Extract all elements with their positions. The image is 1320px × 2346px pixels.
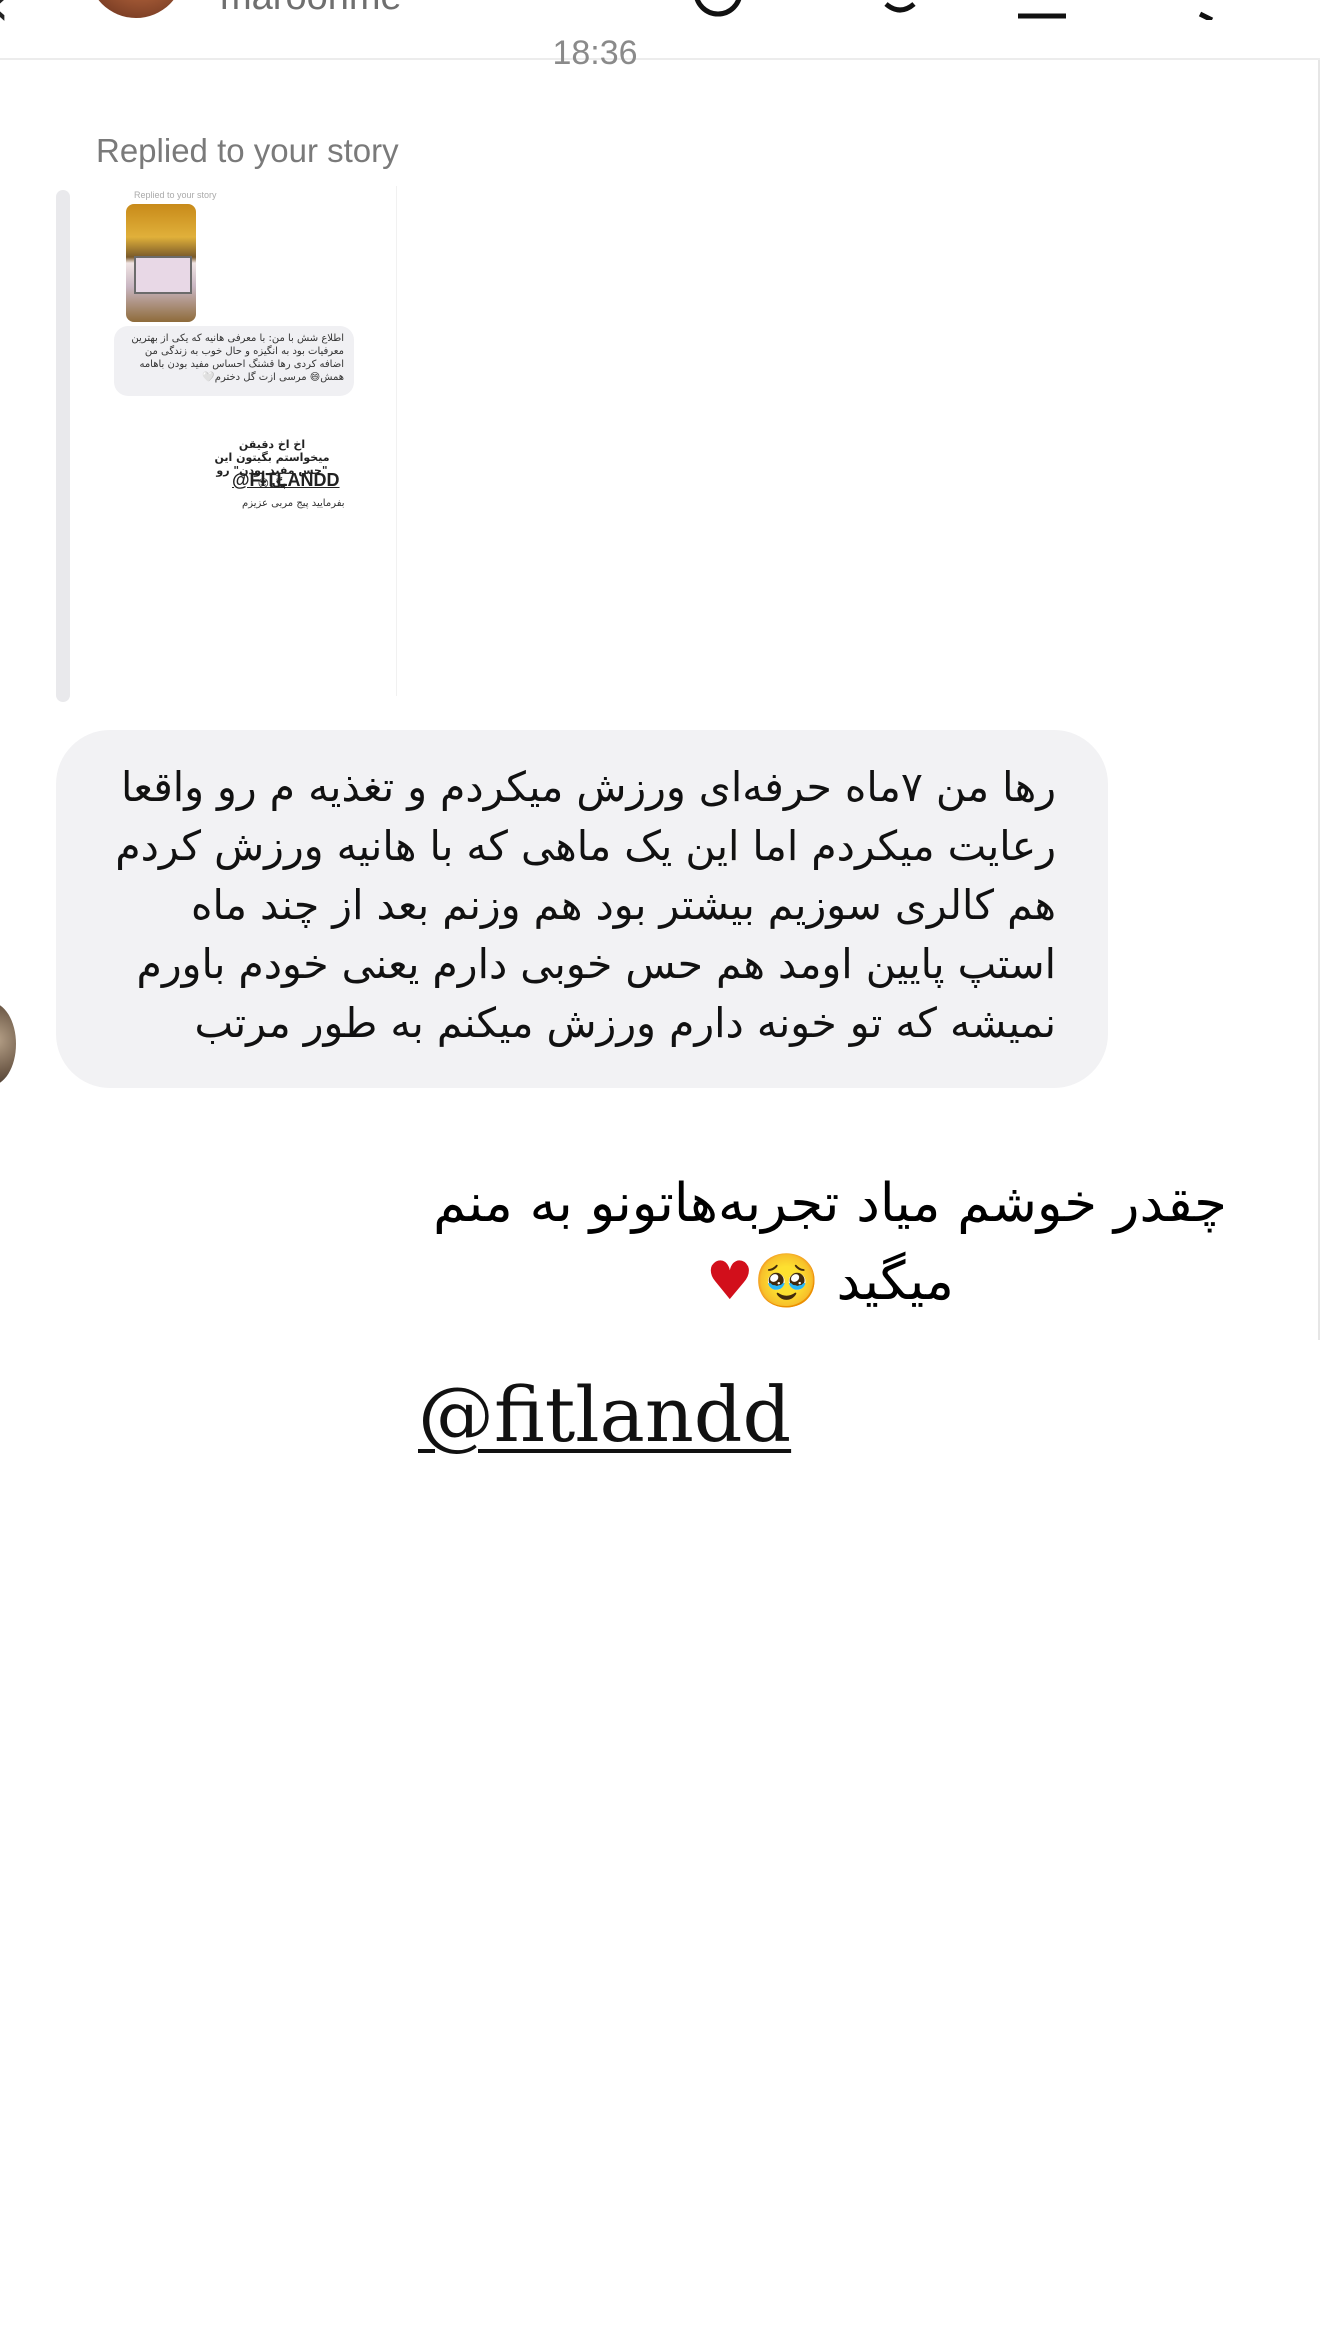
- story-handle: @FITLANDD: [232, 470, 340, 490]
- story-preview[interactable]: Replied to your story اطلاع شش با من: با…: [106, 186, 397, 696]
- reply-indicator-bar: [56, 190, 70, 702]
- more-icon[interactable]: [1190, 0, 1246, 20]
- info-icon[interactable]: [1014, 0, 1070, 20]
- heart-icon: ♥: [706, 1251, 754, 1312]
- story-photo: [126, 204, 196, 322]
- replied-to-story-label: Replied to your story: [96, 132, 399, 169]
- story-subtext: بفرمایید پیج مربی عزیزم: [242, 498, 345, 509]
- pleading-face-emoji: 🥹: [753, 1251, 820, 1312]
- sender-avatar[interactable]: [0, 1002, 16, 1086]
- message-timestamp: 18:36: [552, 34, 638, 72]
- caption-line-2: میگید 🥹♥: [400, 1243, 1260, 1321]
- contact-avatar[interactable]: [88, 0, 184, 18]
- caption-line-1: چقدر خوشم میاد تجربه‌هاتونو به منم: [433, 1173, 1227, 1234]
- phone-icon[interactable]: [690, 0, 746, 20]
- story-quoted-bubble: اطلاع شش با من: با معرفی هانیه که یکی از…: [114, 326, 354, 396]
- overlay-handle-link[interactable]: @fitlandd: [418, 1370, 791, 1459]
- overlay-caption: چقدر خوشم میاد تجربه‌هاتونو به منم میگید…: [400, 1165, 1260, 1321]
- story-mini-caption: Replied to your story: [134, 190, 217, 200]
- caption-line-2-text: میگید: [836, 1251, 954, 1312]
- contact-username[interactable]: maroonme: [220, 0, 402, 19]
- video-icon[interactable]: [880, 0, 936, 20]
- message-bubble[interactable]: رها من ۷ماه حرفه‌ای ورزش میکردم و تغذیه …: [56, 730, 1108, 1088]
